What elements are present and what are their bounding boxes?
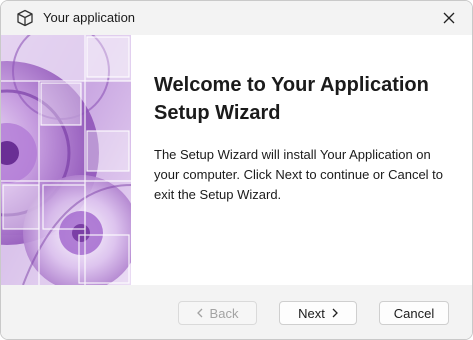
setup-wizard-window: Your application Welcome to Your Applica… xyxy=(0,0,473,340)
back-button[interactable]: Back xyxy=(178,301,257,325)
button-bar: Back Next Cancel xyxy=(1,285,472,339)
chevron-left-icon xyxy=(196,306,203,321)
description-text: The Setup Wizard will install Your Appli… xyxy=(154,147,444,202)
cancel-button-label: Cancel xyxy=(393,305,435,321)
window-title: Your application xyxy=(43,10,136,25)
page-title: Welcome to Your Application Setup Wizard xyxy=(154,74,429,124)
next-button[interactable]: Next xyxy=(279,301,357,325)
cancel-button[interactable]: Cancel xyxy=(379,301,449,325)
package-cube-icon xyxy=(16,9,34,27)
close-icon xyxy=(443,12,455,24)
wizard-content: Welcome to Your Application Setup Wizard… xyxy=(131,35,472,285)
close-button[interactable] xyxy=(426,1,472,35)
wizard-banner-image xyxy=(1,35,131,285)
back-button-label: Back xyxy=(209,305,239,321)
chevron-right-icon xyxy=(332,306,338,321)
next-button-label: Next xyxy=(298,305,325,321)
title-bar[interactable]: Your application xyxy=(1,1,472,35)
